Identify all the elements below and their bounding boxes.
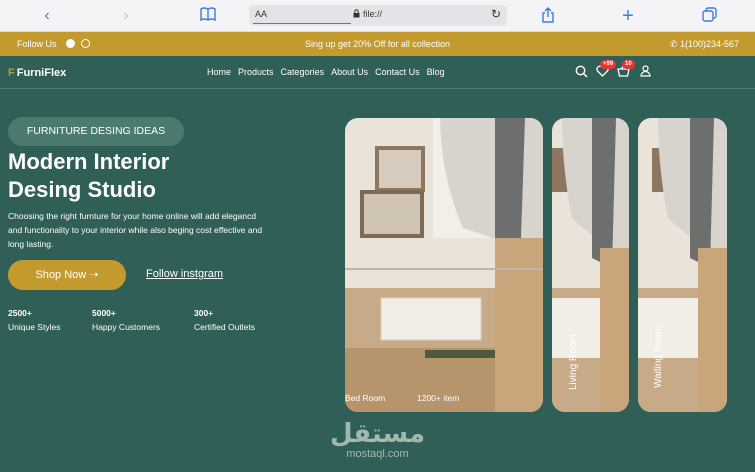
nav-menu: Home Products Categories About Us Contac…	[207, 67, 445, 77]
lock-icon	[353, 9, 360, 18]
nav-link-about[interactable]: About Us	[331, 67, 368, 77]
url-text[interactable]: file://	[363, 9, 382, 19]
room-name: Living Room	[568, 334, 579, 390]
room-name: Bed Room	[345, 393, 386, 403]
main-nav: F FurniFlex Home Products Categories Abou…	[0, 56, 755, 89]
promo-message: Sing up get 20% Off for all collection	[305, 39, 450, 49]
text-size-button[interactable]: AA	[255, 9, 267, 19]
room-card-living[interactable]: Living Room	[552, 118, 629, 412]
logo-mark: F	[8, 67, 15, 79]
share-icon[interactable]	[539, 7, 557, 25]
stat-label: Unique Styles	[8, 322, 61, 332]
nav-link-blog[interactable]: Blog	[427, 67, 445, 77]
user-icon[interactable]	[640, 65, 651, 80]
logo[interactable]: F FurniFlex	[8, 67, 66, 79]
hero-tag: FURNITURE DESING IDEAS	[8, 117, 184, 146]
nav-link-categories[interactable]: Categories	[281, 67, 325, 77]
follow-instagram-link[interactable]: Follow instgram	[146, 268, 223, 280]
address-bar[interactable]: AA file:// ↻	[249, 5, 507, 26]
new-tab-icon[interactable]: +	[619, 6, 637, 26]
hero-title: Modern Interior Desing Studio	[8, 148, 308, 204]
stat-certified-outlets: 300+ Certified Outlets	[194, 306, 255, 334]
search-icon[interactable]	[575, 65, 588, 81]
wishlist-badge: +99	[600, 60, 617, 69]
bedroom-image	[345, 118, 543, 412]
arrow-right-icon: ➝	[89, 269, 99, 281]
waiting-room-image	[638, 118, 727, 412]
forward-icon[interactable]: ›	[117, 7, 135, 25]
cart-badge: 10	[622, 60, 635, 69]
stat-label: Certified Outlets	[194, 322, 255, 332]
shop-now-label: Shop Now	[35, 269, 87, 281]
phone-icon: ✆	[669, 39, 678, 49]
hero-title-line2: Desing Studio	[8, 177, 156, 202]
address-underline	[253, 23, 351, 24]
bookmarks-icon[interactable]	[199, 7, 217, 25]
reload-icon[interactable]: ↻	[491, 7, 501, 21]
watermark: مستقل mostaql.com	[330, 420, 425, 460]
phone-number[interactable]: ✆ 1(100)234-567	[670, 39, 739, 50]
room-name: Waiting Room	[653, 325, 664, 388]
nav-link-contact[interactable]: Contact Us	[375, 67, 420, 77]
room-card-waiting[interactable]: Waiting Room	[638, 118, 727, 412]
room-card-bedroom[interactable]: Bed Room 1200+ item	[345, 118, 543, 412]
nav-link-home[interactable]: Home	[207, 67, 231, 77]
stat-unique-styles: 2500+ Unique Styles	[8, 306, 60, 334]
back-icon[interactable]: ‹	[38, 7, 56, 25]
hero-description: Choosing the right furnture for your hom…	[8, 211, 263, 249]
stat-happy-customers: 5000+ Happy Customers	[92, 306, 160, 334]
stat-value: 300+	[194, 308, 214, 318]
living-room-image	[552, 118, 629, 412]
logo-name: FurniFlex	[16, 67, 67, 79]
watermark-arabic: مستقل	[330, 419, 426, 449]
stat-value: 2500+	[8, 308, 32, 318]
phone-text: 1(100)234-567	[679, 39, 739, 49]
watermark-latin: mostaql.com	[346, 448, 409, 460]
browser-toolbar: ‹ › AA file:// ↻ +	[0, 0, 755, 32]
shop-now-button[interactable]: Shop Now ➝	[8, 260, 126, 290]
room-count: 1200+ item	[417, 393, 460, 403]
stat-label: Happy Customers	[92, 322, 161, 332]
tabs-icon[interactable]	[700, 7, 718, 25]
hero-title-line1: Modern Interior	[8, 149, 170, 174]
nav-link-products[interactable]: Products	[238, 67, 274, 77]
promo-bar: Follow Us Sing up get 20% Off for all co…	[0, 32, 755, 56]
stat-value: 5000+	[92, 308, 116, 318]
